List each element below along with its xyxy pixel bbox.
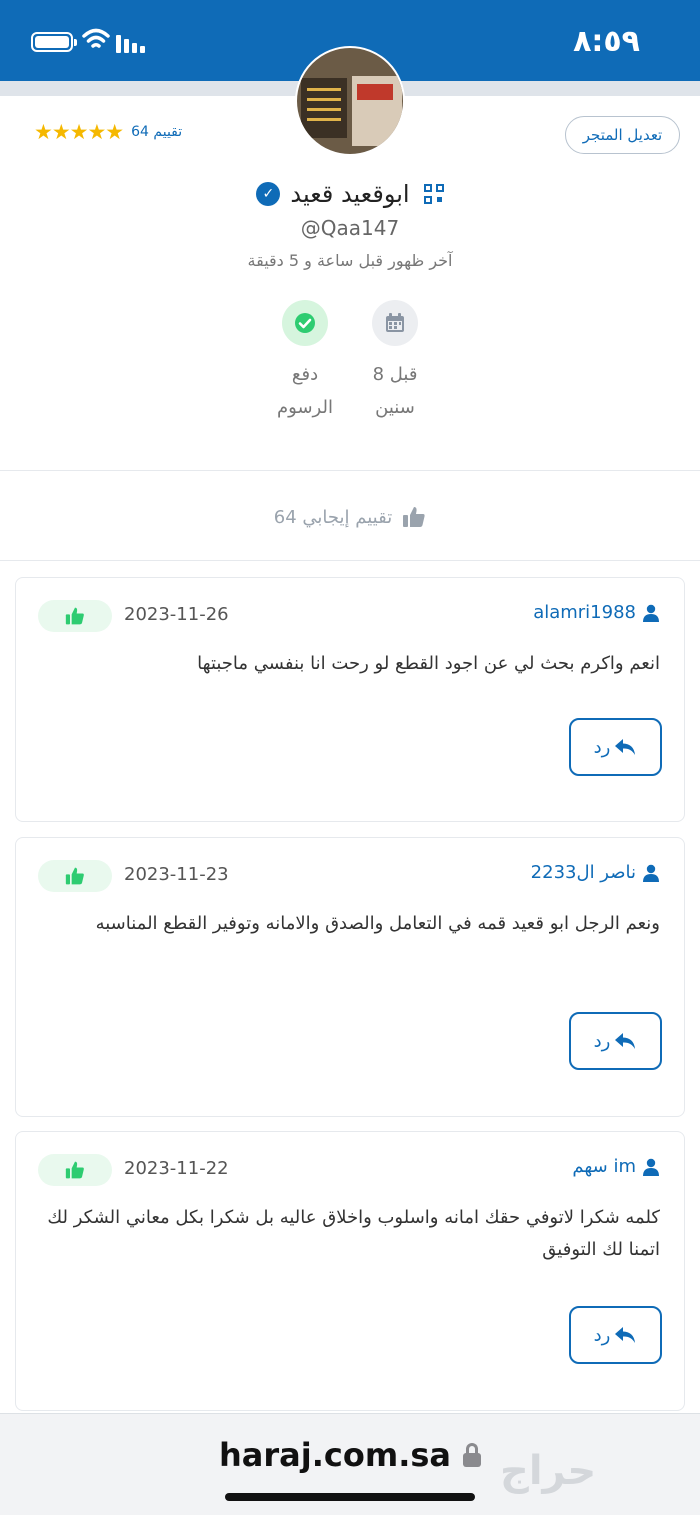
review-date: 2023-11-22: [124, 1158, 229, 1179]
fees-line1: دفع: [291, 364, 319, 385]
last-seen: آخر ظهور قبل ساعة و 5 دقيقة: [247, 251, 453, 270]
divider: [0, 470, 700, 471]
review-date: 2023-11-23: [124, 864, 229, 885]
review-username: سهم im: [572, 1156, 636, 1177]
review-user[interactable]: alamri1988: [533, 602, 660, 623]
like-badge: [38, 1154, 112, 1186]
review-user[interactable]: ناصر ال2233: [531, 862, 660, 883]
reply-arrow-icon: [615, 1327, 636, 1343]
positive-ratings-filter[interactable]: 64 تقييم إيجابي: [0, 500, 700, 534]
store-avatar[interactable]: [295, 46, 405, 156]
thumbs-up-icon: [65, 607, 84, 625]
reply-button[interactable]: رد: [569, 1306, 662, 1364]
review-card: سهم im 2023-11-22 كلمه شكرا لاتوفي حقك ا…: [15, 1131, 685, 1411]
signal-icon: [116, 33, 152, 53]
thumbs-up-icon: [65, 1161, 84, 1179]
reply-label: رد: [593, 1324, 611, 1346]
review-card: alamri1988 2023-11-26 انعم واكرم بحث لي …: [15, 577, 685, 822]
calendar-icon: [372, 300, 418, 346]
battery-icon: [31, 32, 77, 52]
lock-icon: [462, 1443, 481, 1467]
verified-check-icon: [282, 300, 328, 346]
home-indicator[interactable]: [225, 1493, 475, 1501]
status-time: ٨:٥٩: [573, 24, 640, 59]
qr-code-icon[interactable]: [423, 184, 444, 204]
fees-paid-stat: دفع الرسوم: [250, 300, 360, 424]
divider: [0, 560, 700, 561]
fees-line2: الرسوم: [277, 397, 333, 418]
thumbs-up-icon: [403, 507, 425, 527]
review-text: كلمه شكرا لاتوفي حقك امانه واسلوب واخلاق…: [47, 1207, 660, 1260]
like-badge: [38, 600, 112, 632]
star-rating-icon: ★★★★★: [34, 120, 124, 144]
like-badge: [38, 860, 112, 892]
store-handle: @Qaa147: [300, 216, 400, 240]
user-icon: [643, 864, 659, 882]
review-username: alamri1988: [533, 602, 636, 623]
reply-arrow-icon: [615, 1033, 636, 1049]
reply-arrow-icon: [615, 739, 636, 755]
review-text: انعم واكرم بحث لي عن اجود القطع لو رحت ا…: [197, 653, 660, 674]
review-date: 2023-11-26: [124, 604, 229, 625]
user-icon: [643, 604, 659, 622]
rating-summary[interactable]: ★★★★★ 64 تقييم: [34, 120, 182, 144]
reply-button[interactable]: رد: [569, 718, 662, 776]
rating-count: 64 تقييم: [131, 124, 183, 140]
store-name: ابوقعيد قعيد: [290, 180, 410, 208]
store-name-row: ✓ ابوقعيد قعيد: [0, 176, 700, 212]
address-bar[interactable]: haraj.com.sa: [0, 1436, 700, 1474]
edit-store-button[interactable]: تعديل المتجر: [565, 116, 680, 154]
positive-ratings-label: 64 تقييم إيجابي: [273, 506, 393, 528]
reply-label: رد: [593, 736, 611, 758]
review-user[interactable]: سهم im: [572, 1156, 660, 1177]
verified-icon: ✓: [256, 182, 281, 206]
user-icon: [643, 1158, 659, 1176]
reply-button[interactable]: رد: [569, 1012, 662, 1070]
review-card: ناصر ال2233 2023-11-23 ونعم الرجل ابو قع…: [15, 837, 685, 1117]
url-text: haraj.com.sa: [219, 1436, 451, 1474]
wifi-icon: [82, 28, 110, 48]
review-username: ناصر ال2233: [530, 862, 636, 883]
review-text: ونعم الرجل ابو قعيد قمه في التعامل والصد…: [95, 913, 660, 934]
reply-label: رد: [593, 1030, 611, 1052]
thumbs-up-icon: [65, 867, 84, 885]
